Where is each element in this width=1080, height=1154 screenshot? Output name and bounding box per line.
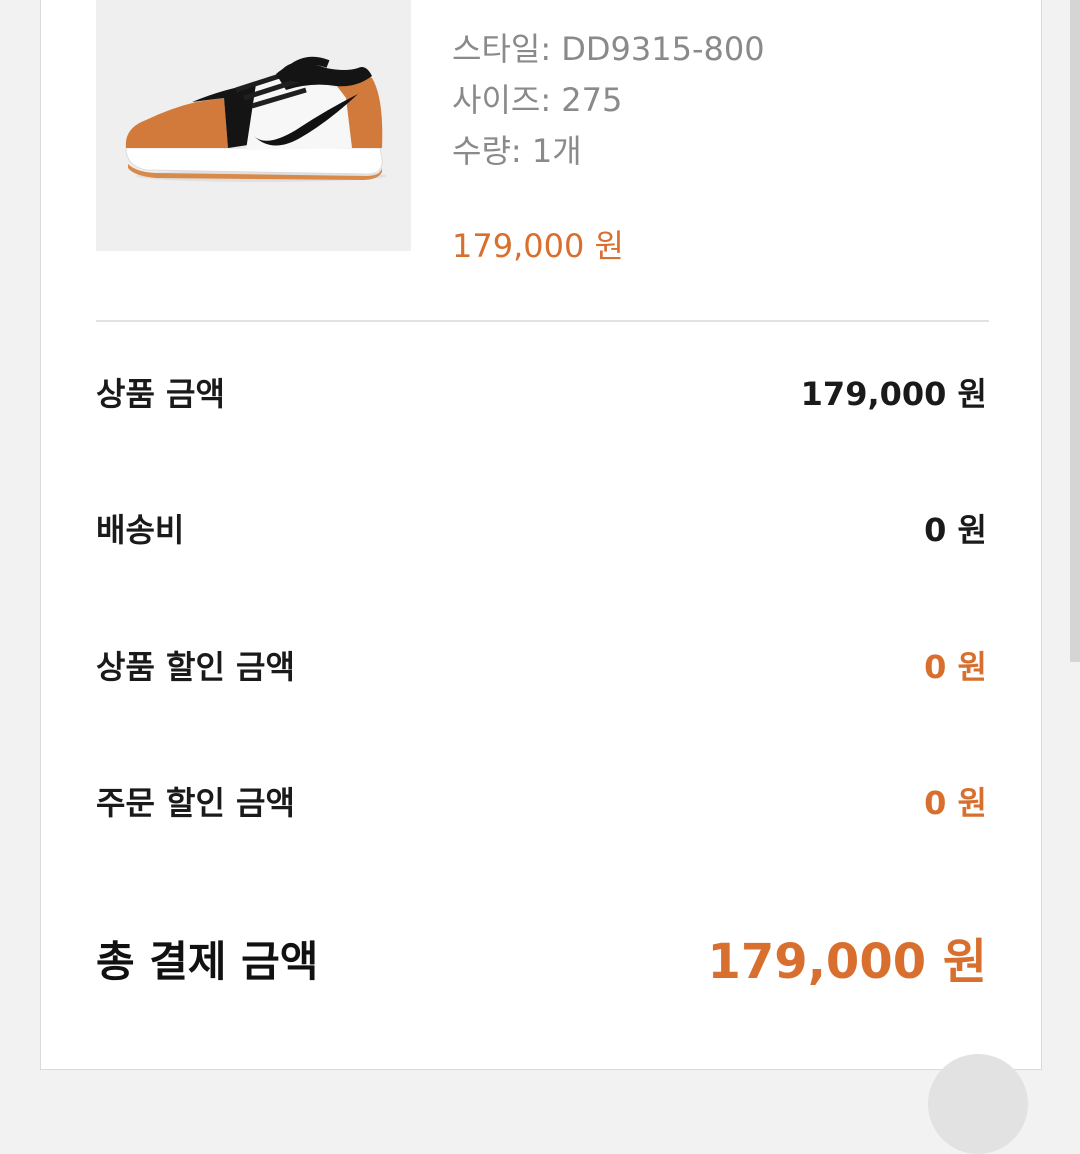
summary-row-order-discount: 주문 할인 금액 0 원	[96, 773, 987, 833]
total-label: 총 결제 금액	[96, 937, 319, 986]
summary-value: 0 원	[924, 648, 987, 686]
floating-action-button[interactable]	[928, 1054, 1028, 1154]
summary-row-total: 총 결제 금액 179,000 원	[96, 922, 987, 1002]
product-quantity: 수량: 1개	[452, 132, 582, 170]
sneaker-image	[125, 56, 386, 182]
summary-label: 상품 할인 금액	[96, 648, 295, 686]
order-summary-card: 스타일: DD9315-800 사이즈: 275 수량: 1개 179,000 …	[40, 0, 1042, 1070]
product-size: 사이즈: 275	[452, 81, 623, 119]
summary-label: 배송비	[96, 511, 185, 549]
product-style: 스타일: DD9315-800	[452, 30, 765, 68]
summary-label: 주문 할인 금액	[96, 784, 295, 822]
summary-row-product-discount: 상품 할인 금액 0 원	[96, 637, 987, 697]
product-price: 179,000 원	[452, 227, 624, 265]
summary-row-product-amount: 상품 금액 179,000 원	[96, 364, 987, 424]
summary-value: 0 원	[924, 511, 987, 549]
summary-label: 상품 금액	[96, 375, 225, 413]
divider	[96, 320, 989, 322]
product-details: 스타일: DD9315-800 사이즈: 275 수량: 1개	[452, 24, 765, 177]
total-value: 179,000 원	[707, 934, 988, 990]
summary-value: 0 원	[924, 784, 987, 822]
summary-value: 179,000 원	[800, 375, 987, 413]
summary-row-shipping: 배송비 0 원	[96, 500, 987, 560]
product-image[interactable]	[96, 0, 411, 251]
scrollbar[interactable]	[1070, 0, 1080, 662]
